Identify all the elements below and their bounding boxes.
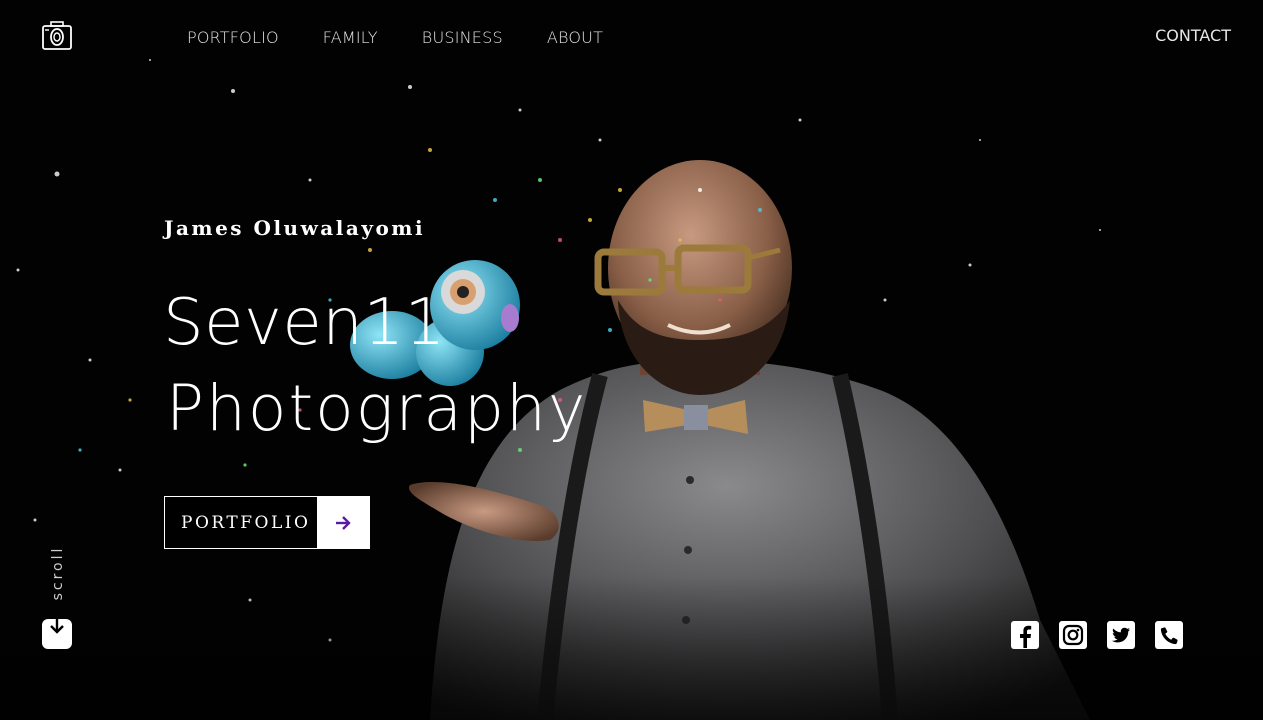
arrow-right-icon	[317, 497, 369, 548]
nav-item-about[interactable]: ABOUT	[547, 28, 603, 47]
hero-title-line1: Seven11	[163, 286, 446, 360]
scroll-label: scroll	[50, 545, 66, 601]
hero-title-line2: Photography	[166, 372, 588, 445]
portfolio-cta-button[interactable]: PORTFOLIO	[164, 496, 370, 549]
nav-item-portfolio[interactable]: PORTFOLIO	[187, 28, 279, 47]
nav-item-family[interactable]: FAMILY	[323, 28, 378, 47]
scroll-down-button[interactable]	[42, 619, 72, 649]
contact-link[interactable]: CONTACT	[1155, 26, 1231, 45]
twitter-icon[interactable]	[1107, 621, 1135, 649]
instagram-icon[interactable]	[1059, 621, 1087, 649]
hero-subtitle: James Oluwalayomi	[164, 216, 426, 240]
facebook-icon[interactable]	[1011, 621, 1039, 649]
phone-icon[interactable]	[1155, 621, 1183, 649]
camera-logo-icon[interactable]	[41, 19, 73, 51]
nav-item-business[interactable]: BUSINESS	[422, 28, 503, 47]
main-nav: PORTFOLIO FAMILY BUSINESS ABOUT	[187, 28, 647, 47]
social-links	[1011, 621, 1183, 649]
landing-page: PORTFOLIO FAMILY BUSINESS ABOUT CONTACT …	[0, 0, 1263, 720]
arrow-down-icon	[50, 619, 64, 634]
portfolio-cta-label: PORTFOLIO	[165, 497, 317, 548]
